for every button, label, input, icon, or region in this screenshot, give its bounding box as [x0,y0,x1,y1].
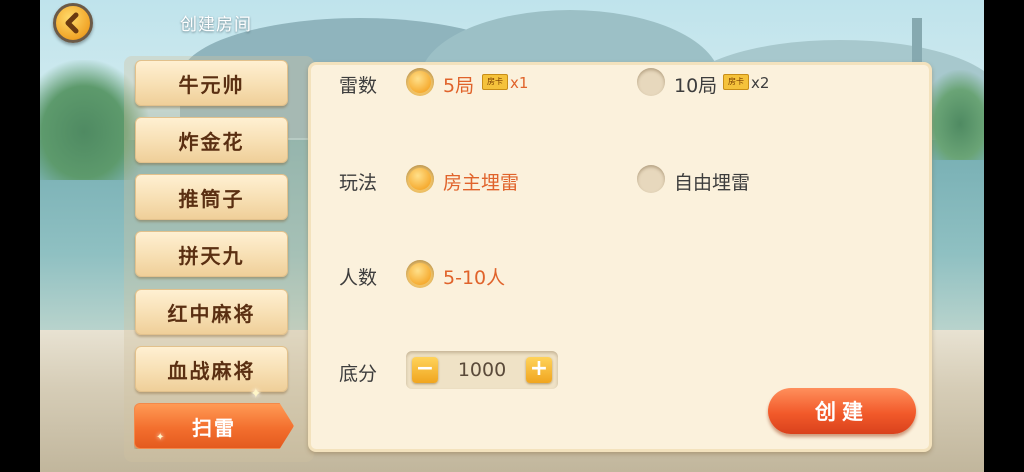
mode-host-bury-radio[interactable] [406,165,434,193]
tab-xuezhan-mahjong[interactable]: 血战麻将 [135,346,288,392]
tab-hongzhong-mahjong[interactable]: 红中麻将 [135,289,288,335]
back-button[interactable] [53,3,93,43]
tab-zhajinhua[interactable]: 炸金花 [135,117,288,163]
mode-free-bury-label: 自由埋雷 [674,172,751,194]
rounds-5-label: 5局 [443,75,475,97]
mode-host-bury-label: 房主埋雷 [443,172,520,194]
players-radio[interactable] [406,260,434,288]
base-score-label: 底分 [339,363,378,385]
rounds-5-radio[interactable] [406,68,434,96]
tab-pintianjiu[interactable]: 拼天九 [135,231,288,277]
players-option-label: 5-10人 [443,267,506,289]
plus-button[interactable]: + [526,357,552,383]
page-title: 创建房间 [180,15,252,35]
mode-free-bury-radio[interactable] [637,165,665,193]
players-label: 人数 [339,267,378,289]
rounds-5-multiplier: x1 [510,74,529,92]
create-button[interactable]: 创建 [768,388,916,434]
tab-niuyuanshuai[interactable]: 牛元帅 [135,60,288,106]
room-card-icon: 房卡 [723,74,749,90]
chevron-left-icon [65,12,79,34]
base-score-stepper: − 1000 + [406,351,558,389]
room-card-icon: 房卡 [482,74,508,90]
sparkle-icon: ✦ [156,432,165,443]
sparkle-icon: ✦ [250,386,262,402]
rounds-10-radio[interactable] [637,68,665,96]
rounds-10-multiplier: x2 [751,74,770,92]
rounds-label: 雷数 [339,75,378,97]
tab-tuitongzi[interactable]: 推筒子 [135,174,288,220]
minus-button[interactable]: − [412,357,438,383]
background-pagoda [912,18,922,62]
mode-label: 玩法 [339,172,378,194]
base-score-value: 1000 [457,359,507,381]
rounds-10-label: 10局 [674,75,718,97]
